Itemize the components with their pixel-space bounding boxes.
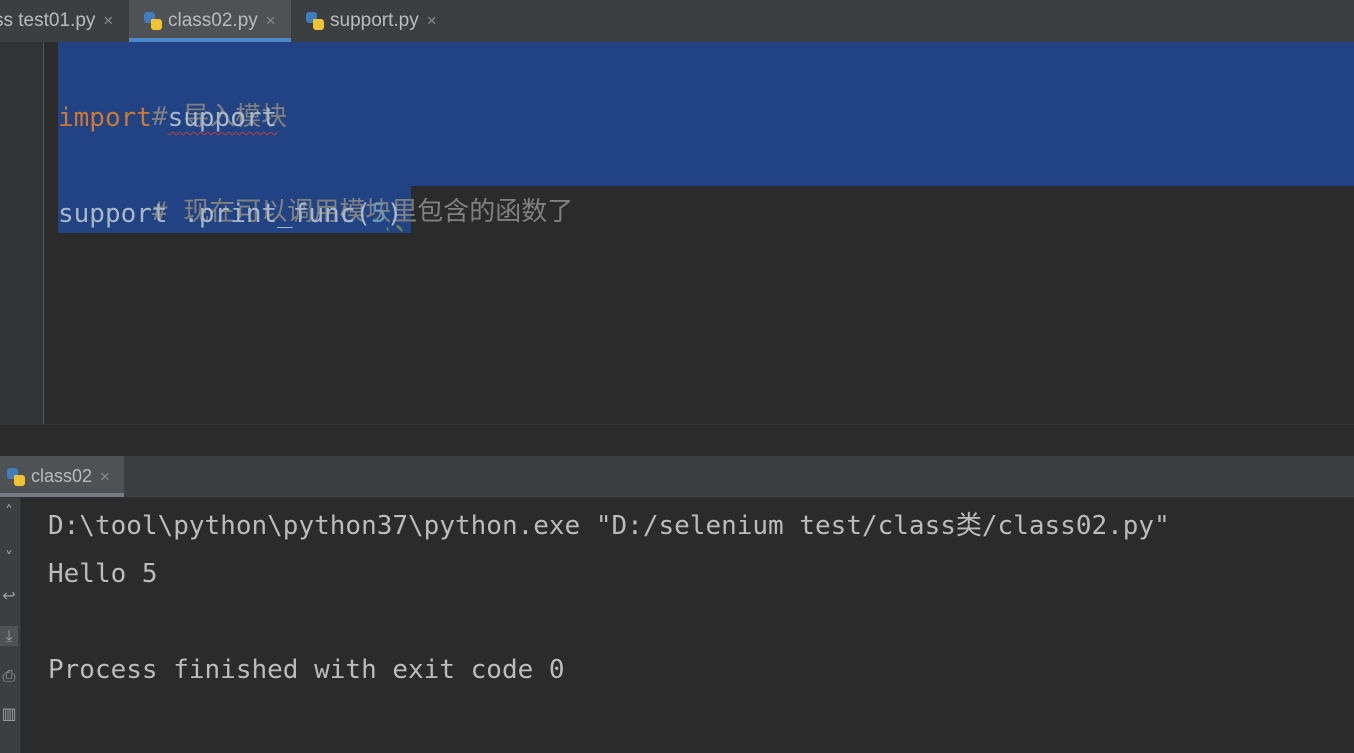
close-icon[interactable]: × xyxy=(100,467,110,487)
tab-label: support.py xyxy=(330,10,419,31)
soft-wrap-icon[interactable]: ↩ xyxy=(0,586,18,606)
run-tab-label: class02 xyxy=(31,466,93,486)
tab-label: class02.py xyxy=(168,10,258,31)
tab-test01[interactable]: ss test01.py × xyxy=(0,0,127,42)
close-icon[interactable]: × xyxy=(103,11,113,31)
tab-support[interactable]: support.py × xyxy=(305,0,437,42)
code-line-4: support .print_func(5) xyxy=(58,190,402,238)
close-paren: ) xyxy=(386,199,403,229)
up-arrow-icon[interactable]: ˄ xyxy=(0,502,18,522)
close-icon[interactable]: × xyxy=(427,11,437,31)
print-icon[interactable]: ⎙ xyxy=(0,666,18,686)
tab-label: ss test01.py xyxy=(0,10,96,31)
trash-icon[interactable]: ▥ xyxy=(0,704,18,724)
console-line: D:\tool\python\python37\python.exe "D:/s… xyxy=(48,511,1170,541)
editor-tab-bar: ss test01.py × class02.py × support.py × xyxy=(0,0,1354,43)
console-line: Hello 5 xyxy=(48,559,158,589)
module-name: support xyxy=(167,103,278,133)
python-file-icon xyxy=(143,11,163,31)
python-file-icon xyxy=(305,11,325,31)
code-editor[interactable]: # 导入模块 import support # 现在可以调用模块里包含的函数了 … xyxy=(0,42,1354,424)
close-icon[interactable]: × xyxy=(266,11,276,31)
number-literal: 5 xyxy=(371,199,387,229)
down-arrow-icon[interactable]: ˅ xyxy=(0,548,18,568)
code-line-1: # 导入模块 xyxy=(58,45,287,132)
code-line-3: # 现在可以调用模块里包含的函数了 xyxy=(58,140,573,227)
python-run-icon xyxy=(6,467,26,487)
panel-divider[interactable] xyxy=(0,424,1354,457)
function-call: .print_func( xyxy=(167,199,372,229)
keyword-import: import xyxy=(58,103,152,133)
tab-run-class02[interactable]: class02 × xyxy=(0,456,124,497)
run-toolbar: ˄ ˅ ↩ ⤓ ⎙ ▥ xyxy=(0,498,21,753)
scroll-to-end-icon[interactable]: ⤓ xyxy=(0,626,18,646)
run-tab-bar: class02 × xyxy=(0,456,1354,498)
module-ref: support xyxy=(58,199,168,229)
tab-class02[interactable]: class02.py × xyxy=(129,0,291,42)
console-line: Process finished with exit code 0 xyxy=(48,655,565,685)
line-number-gutter[interactable] xyxy=(0,42,44,424)
code-line-2: import support xyxy=(58,94,277,142)
